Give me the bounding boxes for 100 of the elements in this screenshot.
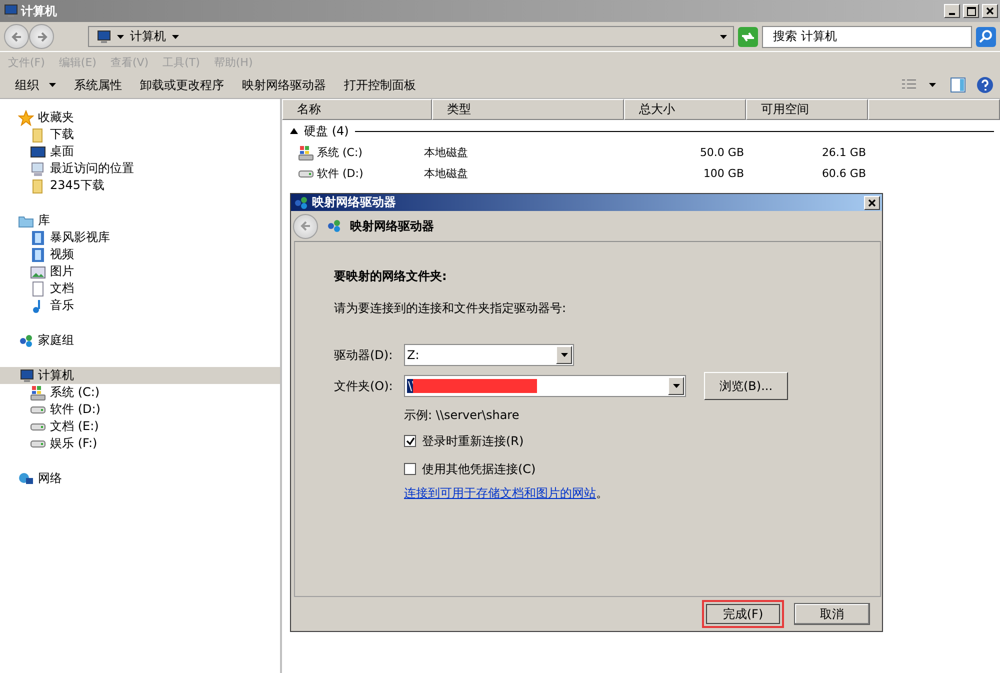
drive-icon [298,144,314,160]
column-header[interactable]: 可用空间 [746,99,868,120]
close-button[interactable] [982,4,998,18]
period-text: 。 [596,485,608,502]
sidebar-item[interactable]: 文档 [0,280,280,297]
toolbar-button[interactable]: 系统属性 [65,73,131,97]
column-header[interactable]: 名称 [282,99,432,120]
table-cell-text: 26.1 GB [820,146,866,159]
sidebar-item[interactable]: 最近访问的位置 [0,160,280,177]
toolbar-button[interactable]: 卸载或更改程序 [131,73,233,97]
instruction-text: 请为要连接到的连接和文件夹指定驱动器号: [334,300,568,317]
computer-icon [95,28,111,44]
table-cell-text: 60.6 GB [820,167,866,180]
drive-select[interactable]: Z: [404,344,574,366]
caret-icon [49,83,56,87]
toolbar-button[interactable]: 映射网络驱动器 [233,73,335,97]
sidebar-item[interactable]: 桌面 [0,143,280,160]
checkbox-option[interactable]: 使用其他凭据连接(C) [404,455,880,483]
sidebar-item[interactable]: 软件 (D:) [0,401,280,418]
back-arrow-icon [300,220,312,232]
document-icon [30,280,46,296]
sidebar-item[interactable]: 暴风影视库 [0,229,280,246]
sidebar-item[interactable]: 库 [0,212,280,229]
dialog-heading: 映射网络驱动器 [350,218,434,234]
cancel-button[interactable]: 取消 [794,603,870,625]
search-icon[interactable] [976,26,996,46]
back-button[interactable] [4,24,29,49]
dialog-title: 映射网络驱动器 [312,194,397,211]
toolbar-button[interactable]: 组织 [6,73,65,97]
drive-icon [30,406,46,414]
sidebar-item[interactable]: 家庭组 [0,332,280,349]
caret-icon [172,34,179,38]
website-link[interactable]: 连接到可用于存储文档和图片的网站 [404,485,596,502]
monitor-icon [30,144,46,160]
dropdown-button[interactable] [668,377,684,395]
back-arrow-icon [10,30,22,42]
table-cell-text: 本地磁盘 [424,166,469,181]
column-header[interactable]: 总大小 [624,99,746,120]
sidebar-item[interactable]: 计算机 [0,367,280,384]
caret-icon [720,34,727,38]
computer-icon [18,368,34,384]
star-icon [18,110,34,126]
table-cell-text: 50.0 GB [698,146,744,159]
drive-icon [30,422,46,430]
caret-icon [929,83,936,87]
checkbox-option[interactable]: 登录时重新连接(R) [404,427,880,455]
search-field[interactable]: 搜索 计算机 [762,26,972,48]
close-button[interactable] [864,196,880,210]
sidebar-item[interactable]: 系统 (C:) [0,384,280,401]
caret-icon [560,353,568,357]
sidebar-item[interactable]: 视频 [0,246,280,263]
finish-button[interactable]: 完成(F) [702,600,784,628]
table-cell-text: 本地磁盘 [424,145,469,160]
drive-icon [298,170,314,178]
sidebar-item[interactable]: 图片 [0,263,280,280]
sidebar-item[interactable]: 音乐 [0,297,280,314]
checkbox[interactable] [404,463,416,475]
example-text: 示例: \\server\share [404,407,520,424]
maximize-button[interactable] [963,4,979,18]
group-header: 硬盘 (4) [304,122,349,140]
collapse-caret-icon[interactable] [290,128,298,134]
minimize-button[interactable] [944,4,960,18]
window-title: 计算机 [21,2,58,20]
close-icon [868,198,876,206]
computer-icon [30,160,46,176]
computer-icon [2,3,18,19]
drive-name[interactable]: 软件 (D:) [282,166,424,181]
image-icon [30,264,46,280]
sidebar-item[interactable]: 网络 [0,470,280,487]
caret-icon [117,34,124,38]
drive-icon [30,440,46,448]
checkmark-icon [406,436,414,446]
maximize-icon [966,6,976,16]
preview-pane-icon[interactable] [950,77,966,93]
sidebar-item[interactable]: 娱乐 (F:) [0,435,280,452]
checkbox[interactable] [404,435,416,447]
close-icon [986,7,994,15]
caret-icon [672,384,680,388]
breadcrumb[interactable]: 计算机 [130,28,166,45]
sidebar-item[interactable]: 收藏夹 [0,109,280,126]
toolbar-button[interactable]: 打开控制面板 [335,73,425,97]
drive-name[interactable]: 系统 (C:) [282,144,424,160]
field-label: 驱动器(D): [334,346,394,364]
network-balls-icon [293,194,309,210]
network-balls-icon [18,332,34,348]
address-bar[interactable]: 计算机 [88,26,734,47]
sidebar-item[interactable]: 下载 [0,126,280,143]
browse-button[interactable]: 浏览(B)... [704,372,788,400]
refresh-icon[interactable] [738,26,758,46]
table-cell-text: 100 GB [702,167,744,180]
dropdown-button[interactable] [556,346,572,364]
help-icon[interactable] [976,76,994,94]
forward-button[interactable] [29,24,54,49]
column-header[interactable]: 类型 [432,99,624,120]
network-balls-icon [326,218,342,234]
forward-arrow-icon [36,30,48,42]
sidebar-item[interactable]: 文档 (E:) [0,418,280,435]
sidebar-item[interactable]: 2345下载 [0,177,280,194]
field-label: 文件夹(O): [334,378,394,394]
section-title: 要映射的网络文件夹: [334,268,448,285]
